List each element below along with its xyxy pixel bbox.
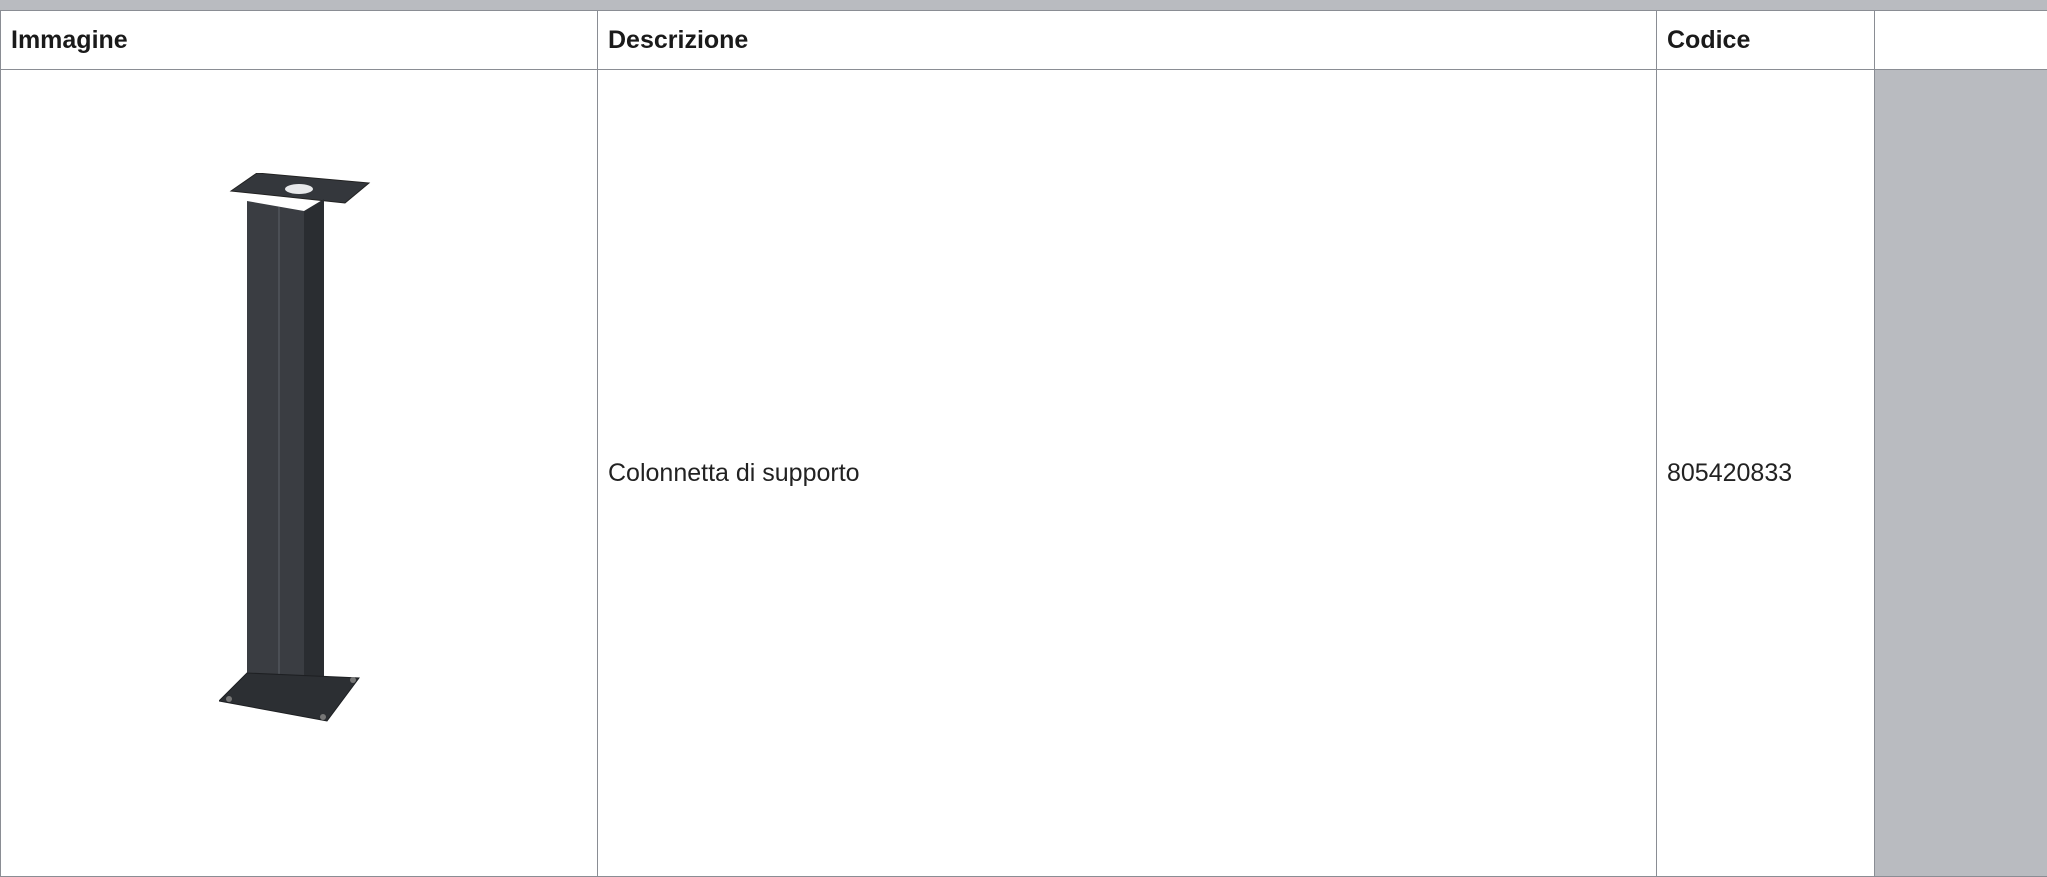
support-column-image bbox=[219, 173, 379, 773]
cell-descrizione: Colonnetta di supporto bbox=[598, 70, 1657, 877]
header-codice: Codice bbox=[1657, 11, 1875, 70]
top-strip bbox=[0, 0, 2047, 10]
header-descrizione: Descrizione bbox=[598, 11, 1657, 70]
header-extra bbox=[1875, 11, 2047, 70]
product-table: Immagine Descrizione Codice bbox=[0, 10, 2047, 877]
table-wrap: Immagine Descrizione Codice bbox=[0, 10, 2047, 876]
cell-codice: 805420833 bbox=[1657, 70, 1875, 877]
cell-image bbox=[1, 70, 598, 877]
cell-extra bbox=[1875, 70, 2047, 877]
table-row: Colonnetta di supporto 805420833 bbox=[1, 70, 2047, 877]
table-header-row: Immagine Descrizione Codice bbox=[1, 11, 2047, 70]
header-immagine: Immagine bbox=[1, 11, 598, 70]
